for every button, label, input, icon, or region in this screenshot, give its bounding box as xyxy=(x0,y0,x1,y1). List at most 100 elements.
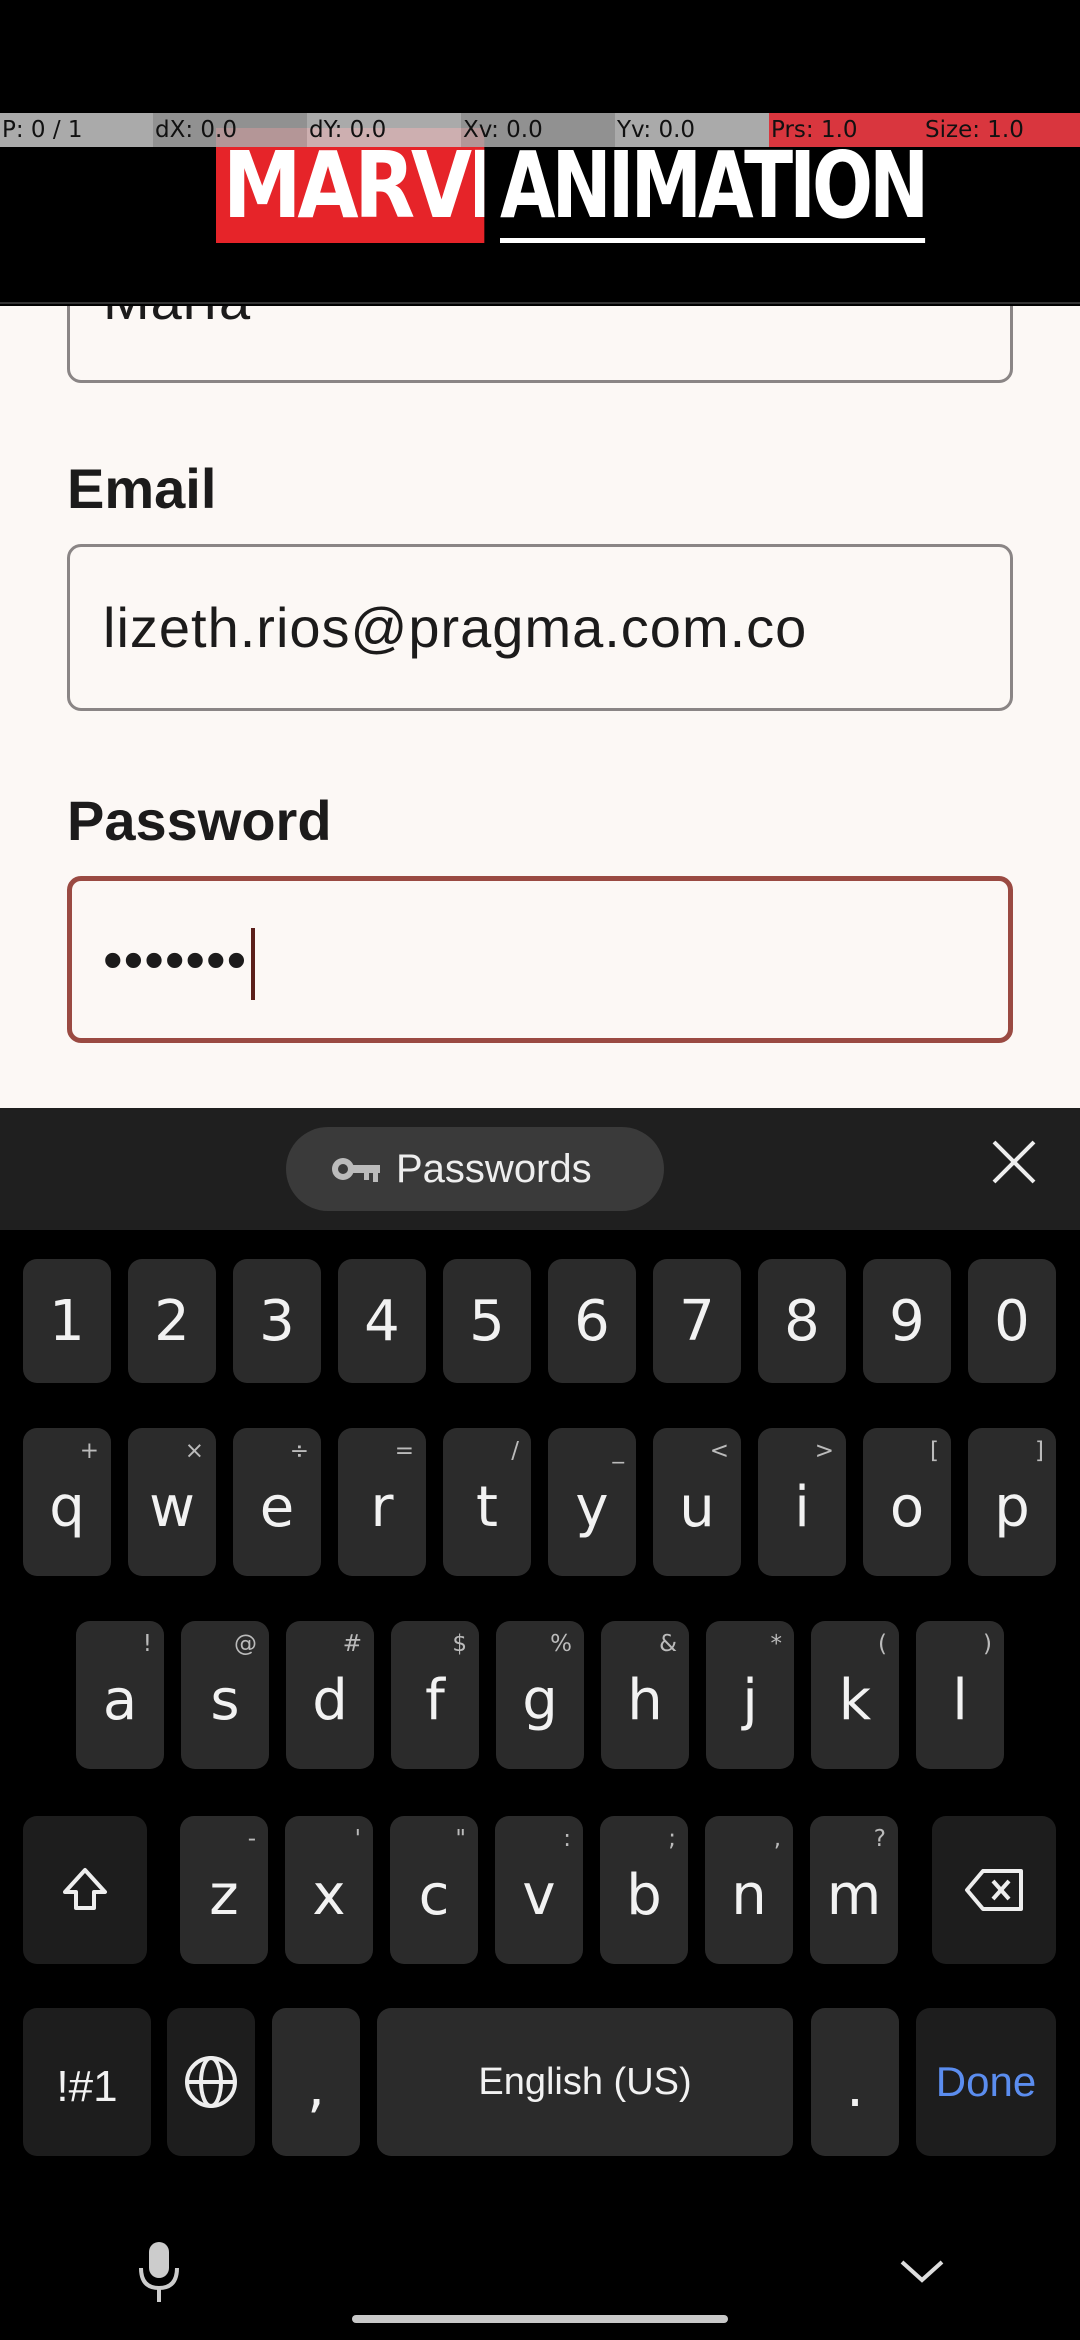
key-3[interactable]: 3 xyxy=(233,1259,321,1383)
key-c[interactable]: " c xyxy=(390,1816,478,1964)
key-0[interactable]: 0 xyxy=(968,1259,1056,1383)
name-field[interactable]: María xyxy=(67,306,1013,383)
space-key-label: English (US) xyxy=(478,2060,692,2103)
app-header: MARVEL ANIMATION xyxy=(0,0,1080,304)
close-icon[interactable] xyxy=(990,1138,1038,1186)
key-secondary-label: - xyxy=(247,1826,256,1852)
debug-pressure: Prs: 1.0 xyxy=(769,113,923,147)
key-label: f xyxy=(425,1667,445,1733)
home-indicator[interactable] xyxy=(352,2315,728,2323)
key-label: o xyxy=(889,1474,925,1540)
registration-form: María Email lizeth.rios@pragma.com.co Pa… xyxy=(0,306,1080,1108)
key-o[interactable]: [o xyxy=(863,1428,951,1576)
key-8[interactable]: 8 xyxy=(758,1259,846,1383)
key-d[interactable]: # d xyxy=(286,1621,374,1769)
backspace-key[interactable] xyxy=(932,1816,1056,1964)
key-secondary-label: @ xyxy=(234,1631,257,1657)
key-secondary-label: ! xyxy=(142,1631,152,1657)
key-n[interactable]: ,n xyxy=(705,1816,793,1964)
key-secondary-label: [ xyxy=(930,1438,939,1464)
key-9[interactable]: 9 xyxy=(863,1259,951,1383)
key-u[interactable]: < u xyxy=(653,1428,741,1576)
done-key[interactable]: Done xyxy=(916,2008,1056,2156)
text-caret xyxy=(251,928,256,1001)
passwords-chip[interactable]: Passwords xyxy=(286,1127,664,1211)
comma-key[interactable]: , xyxy=(272,2008,360,2156)
key-label: 1 xyxy=(49,1288,85,1354)
key-e[interactable]: ÷ e xyxy=(233,1428,321,1576)
key-1[interactable]: 1 xyxy=(23,1259,111,1383)
key-g[interactable]: % g xyxy=(496,1621,584,1769)
key-m[interactable]: ? m xyxy=(810,1816,898,1964)
key-v[interactable]: :v xyxy=(495,1816,583,1964)
key-secondary-label: ) xyxy=(983,1631,992,1657)
key-label: z xyxy=(209,1862,239,1928)
key-label: n xyxy=(731,1862,767,1928)
key-w[interactable]: × w xyxy=(128,1428,216,1576)
key-s[interactable]: @ s xyxy=(181,1621,269,1769)
key-y[interactable]: _ y xyxy=(548,1428,636,1576)
pointer-location-overlay: P: 0 / 1 dX: 0.0 dY: 0.0 Xv: 0.0 Yv: 0.0… xyxy=(0,113,1080,147)
key-secondary-label: ? xyxy=(873,1826,886,1852)
hide-keyboard-icon[interactable] xyxy=(898,2256,946,2286)
key-a[interactable]: ! a xyxy=(76,1621,164,1769)
key-7[interactable]: 7 xyxy=(653,1259,741,1383)
key-label: 0 xyxy=(994,1288,1030,1354)
period-key[interactable]: . xyxy=(811,2008,899,2156)
key-q[interactable]: + q xyxy=(23,1428,111,1576)
key-r[interactable]: = r xyxy=(338,1428,426,1576)
key-label: t xyxy=(476,1474,498,1540)
key-icon xyxy=(332,1158,380,1182)
key-4[interactable]: 4 xyxy=(338,1259,426,1383)
microphone-icon[interactable] xyxy=(133,2238,185,2308)
debug-pointer-count: P: 0 / 1 xyxy=(0,113,153,147)
key-5[interactable]: 5 xyxy=(443,1259,531,1383)
key-label: u xyxy=(679,1474,715,1540)
key-label: l xyxy=(952,1667,968,1733)
shift-key[interactable] xyxy=(23,1816,147,1964)
key-z[interactable]: -z xyxy=(180,1816,268,1964)
key-f[interactable]: $ f xyxy=(391,1621,479,1769)
debug-dy: dY: 0.0 xyxy=(307,113,461,147)
key-x[interactable]: ' x xyxy=(285,1816,373,1964)
key-p[interactable]: ] p xyxy=(968,1428,1056,1576)
key-secondary-label: , xyxy=(773,1826,781,1852)
key-secondary-label: $ xyxy=(452,1631,467,1657)
key-secondary-label: ÷ xyxy=(289,1438,309,1464)
password-field[interactable]: ••••••• xyxy=(67,876,1013,1043)
key-label: d xyxy=(312,1667,348,1733)
key-j[interactable]: * j xyxy=(706,1621,794,1769)
key-h[interactable]: & h xyxy=(601,1621,689,1769)
space-key[interactable]: English (US) xyxy=(377,2008,793,2156)
key-t[interactable]: / t xyxy=(443,1428,531,1576)
key-label: y xyxy=(575,1474,609,1540)
key-secondary-label: _ xyxy=(612,1438,625,1464)
email-label: Email xyxy=(67,457,217,520)
key-6[interactable]: 6 xyxy=(548,1259,636,1383)
key-label: q xyxy=(49,1474,85,1540)
key-label: r xyxy=(370,1474,394,1540)
key-label: w xyxy=(149,1474,195,1540)
key-label: v xyxy=(522,1862,556,1928)
key-secondary-label: * xyxy=(770,1631,783,1657)
key-label: 5 xyxy=(469,1288,505,1354)
password-field-value: ••••••• xyxy=(103,928,248,991)
key-i[interactable]: > i xyxy=(758,1428,846,1576)
key-label: e xyxy=(259,1474,295,1540)
key-b[interactable]: ; b xyxy=(600,1816,688,1964)
key-2[interactable]: 2 xyxy=(128,1259,216,1383)
email-field[interactable]: lizeth.rios@pragma.com.co xyxy=(67,544,1013,711)
key-label: 3 xyxy=(259,1288,295,1354)
key-secondary-label: ( xyxy=(878,1631,887,1657)
key-l[interactable]: ) l xyxy=(916,1621,1004,1769)
password-field-content: ••••••• xyxy=(103,881,256,1038)
key-secondary-label: < xyxy=(709,1438,729,1464)
key-k[interactable]: (k xyxy=(811,1621,899,1769)
debug-size: Size: 1.0 xyxy=(923,113,1080,147)
key-secondary-label: + xyxy=(79,1438,99,1464)
language-key[interactable] xyxy=(167,2008,255,2156)
key-label: k xyxy=(838,1667,872,1733)
symbols-key[interactable]: !#1 xyxy=(23,2008,151,2156)
key-label: 2 xyxy=(154,1288,190,1354)
key-label: . xyxy=(846,2054,864,2120)
